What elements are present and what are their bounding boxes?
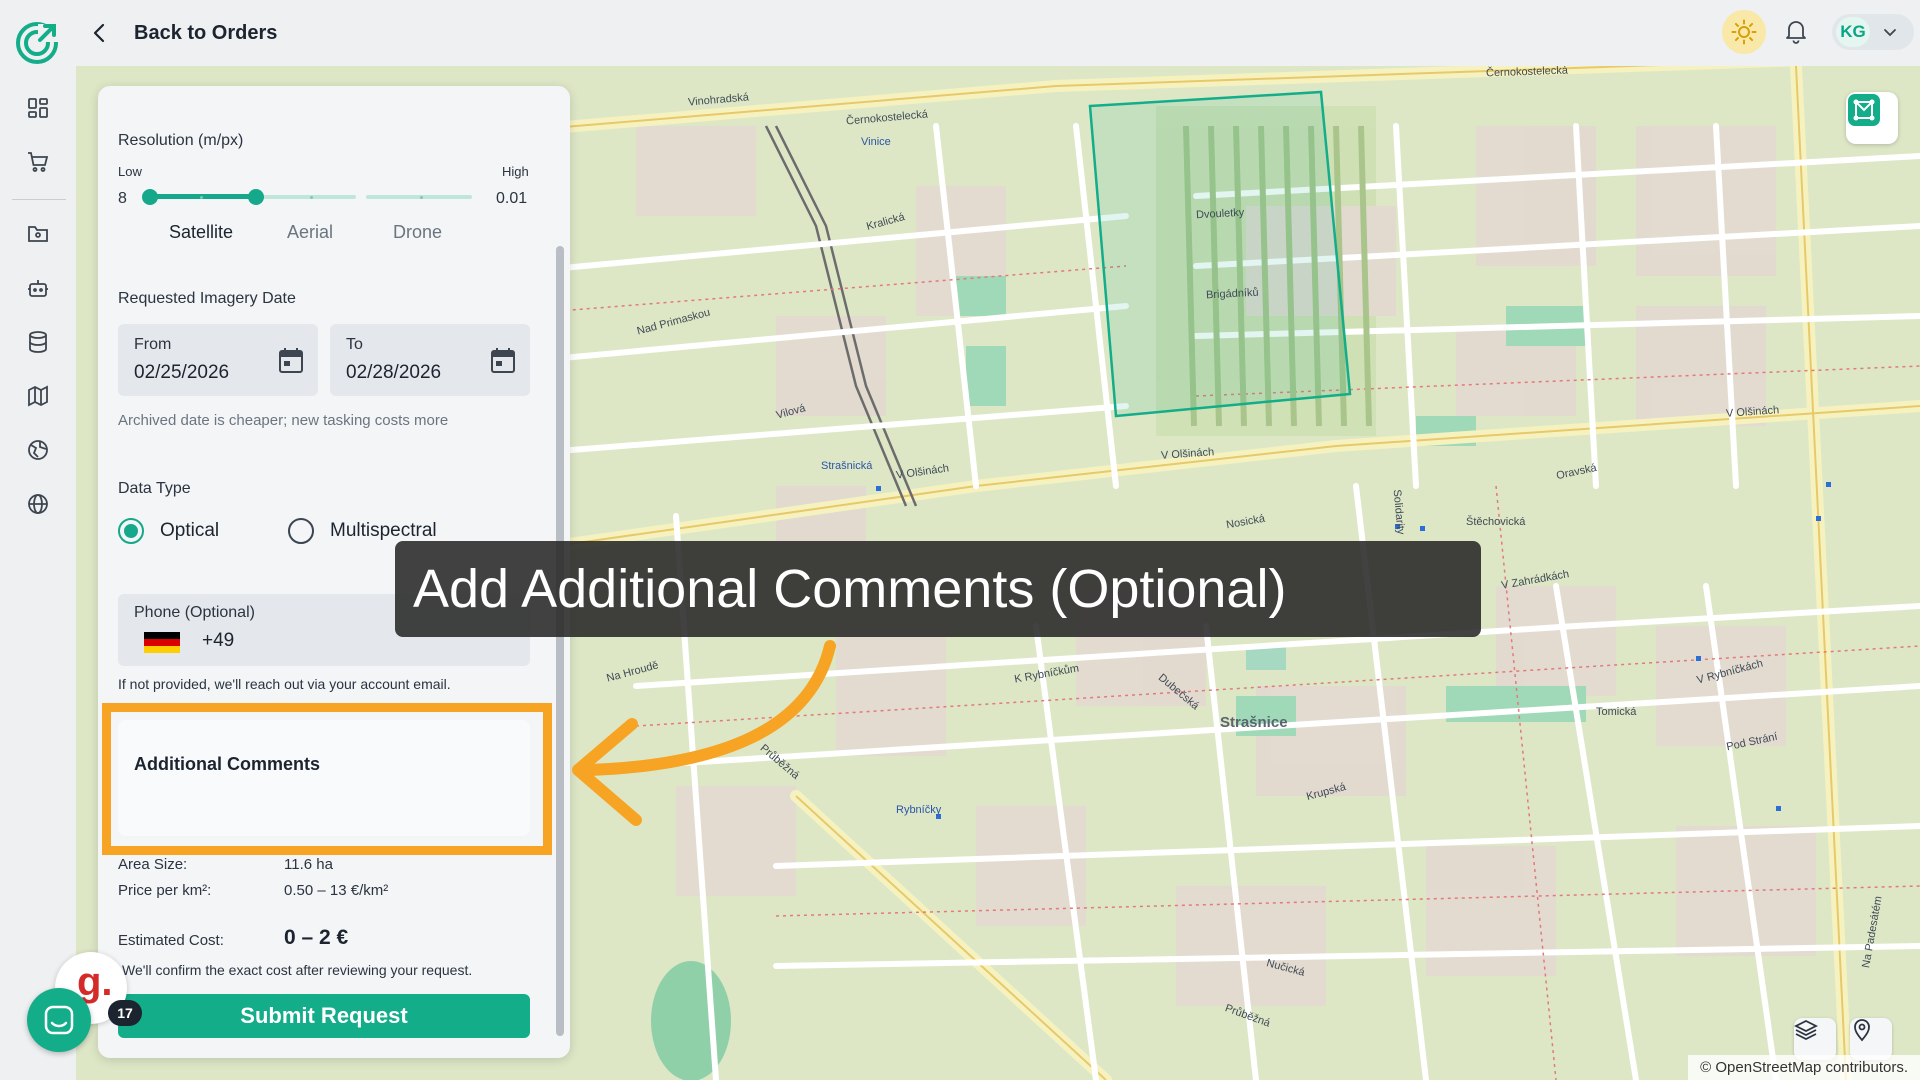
street-label: Strašnická — [821, 460, 873, 472]
street-label: Vinice — [861, 136, 891, 148]
street-label: Tomická — [1596, 706, 1637, 718]
resolution-low-value: 8 — [118, 190, 127, 207]
globe-icon — [28, 494, 48, 514]
layers-button[interactable] — [1794, 1018, 1836, 1060]
sidebar-nav — [0, 66, 76, 1080]
map-attribution[interactable]: © OpenStreetMap contributors. — [1688, 1055, 1920, 1080]
date-to-value: 02/28/2026 — [346, 362, 442, 383]
dashboard-icon — [28, 98, 48, 118]
calendar-icon[interactable] — [278, 346, 304, 374]
location-pin-icon — [1854, 1019, 1870, 1042]
highlight-frame — [102, 703, 552, 855]
district-label: Strašnice — [1220, 714, 1288, 731]
slider-tick — [200, 196, 203, 199]
date-from-value: 02/25/2026 — [134, 362, 230, 383]
folder-icon — [28, 226, 48, 242]
price-per-km-value: 0.50 – 13 €/km² — [284, 882, 389, 899]
slider-min-handle[interactable] — [142, 189, 158, 205]
resolution-low-label: Low — [118, 164, 142, 179]
radio-optical[interactable] — [118, 518, 144, 544]
slider-segment-aerial — [258, 195, 356, 199]
sensor-satellite-label[interactable]: Satellite — [169, 222, 233, 243]
nav-item-dashboard[interactable] — [20, 90, 56, 126]
notification-count-badge: 17 — [108, 1000, 142, 1026]
locate-button[interactable] — [1850, 1018, 1892, 1060]
street-label: Rybníčky — [896, 804, 942, 816]
date-to-label: To — [346, 336, 363, 353]
price-per-km-label: Price per km²: — [118, 882, 212, 899]
polygon-draw-icon — [1848, 94, 1880, 126]
nav-item-data[interactable] — [20, 324, 56, 360]
layers-icon — [1794, 1019, 1818, 1041]
street-label: Dvouletky — [1195, 206, 1245, 222]
top-bar: Back to Orders KG — [0, 0, 1920, 66]
phone-label: Phone (Optional) — [134, 604, 255, 621]
notifications-button[interactable] — [1779, 14, 1813, 48]
nav-divider — [12, 199, 66, 200]
calendar-icon[interactable] — [490, 346, 516, 374]
imagery-date-hint: Archived date is cheaper; new tasking co… — [118, 412, 449, 429]
resolution-label: Resolution (m/px) — [118, 132, 244, 149]
draw-area-button[interactable] — [1846, 92, 1898, 144]
resolution-high-label: High — [502, 164, 529, 179]
estimated-cost-label: Estimated Cost: — [118, 932, 224, 949]
slider-tick — [420, 196, 423, 199]
slider-tick — [310, 196, 313, 199]
radio-multispectral-label[interactable]: Multispectral — [330, 520, 437, 542]
chat-support-button[interactable] — [27, 988, 91, 1052]
chevron-left-icon — [93, 23, 105, 43]
globe-grid-icon — [28, 440, 48, 460]
cart-icon — [28, 152, 49, 172]
slider-selected-range — [150, 194, 256, 199]
theme-toggle-button[interactable] — [1722, 10, 1766, 54]
radio-multispectral[interactable] — [288, 518, 314, 544]
date-to-field[interactable]: To 02/28/2026 — [330, 324, 530, 396]
pointer-arrow-icon — [572, 640, 836, 826]
chat-icon — [44, 1005, 74, 1035]
robot-icon — [28, 280, 48, 297]
radio-optical-label[interactable]: Optical — [160, 520, 219, 542]
data-type-label: Data Type — [118, 480, 191, 497]
sun-icon — [1731, 19, 1757, 45]
resolution-high-value: 0.01 — [496, 190, 528, 207]
tutorial-callout: Add Additional Comments (Optional) — [395, 541, 1481, 637]
database-icon — [29, 331, 47, 353]
nav-item-ai[interactable] — [20, 270, 56, 306]
cost-confirmation-note: We'll confirm the exact cost after revie… — [122, 962, 473, 978]
imagery-date-label: Requested Imagery Date — [118, 290, 296, 307]
nav-item-explore[interactable] — [20, 432, 56, 468]
back-to-orders-button[interactable]: Back to Orders — [88, 16, 277, 50]
sensor-aerial-label[interactable]: Aerial — [287, 222, 333, 243]
map-icon — [28, 385, 48, 407]
app-logo-icon[interactable] — [14, 20, 60, 66]
chevron-down-icon — [1884, 29, 1896, 37]
user-menu-button[interactable]: KG — [1832, 14, 1914, 50]
nav-item-global[interactable] — [20, 486, 56, 522]
street-label: Štěchovická — [1466, 516, 1526, 528]
submit-request-button[interactable]: Submit Request — [118, 994, 530, 1038]
bell-icon — [1786, 21, 1806, 44]
nav-item-maps[interactable] — [20, 378, 56, 414]
nav-item-projects[interactable] — [20, 216, 56, 252]
slider-segment-drone — [366, 195, 472, 199]
back-to-orders-label: Back to Orders — [134, 21, 278, 44]
area-size-value: 11.6 ha — [284, 856, 333, 873]
germany-flag-icon[interactable] — [144, 632, 180, 653]
estimated-cost-value: 0 – 2 € — [284, 926, 349, 949]
slider-max-handle[interactable] — [248, 189, 264, 205]
phone-hint: If not provided, we'll reach out via you… — [118, 676, 451, 692]
sensor-drone-label[interactable]: Drone — [393, 222, 442, 243]
nav-item-orders[interactable] — [20, 144, 56, 180]
phone-input-value[interactable]: +49 — [202, 630, 234, 652]
date-from-field[interactable]: From 02/25/2026 — [118, 324, 318, 396]
area-size-label: Area Size: — [118, 856, 188, 873]
date-from-label: From — [134, 336, 172, 353]
avatar: KG — [1836, 17, 1870, 47]
